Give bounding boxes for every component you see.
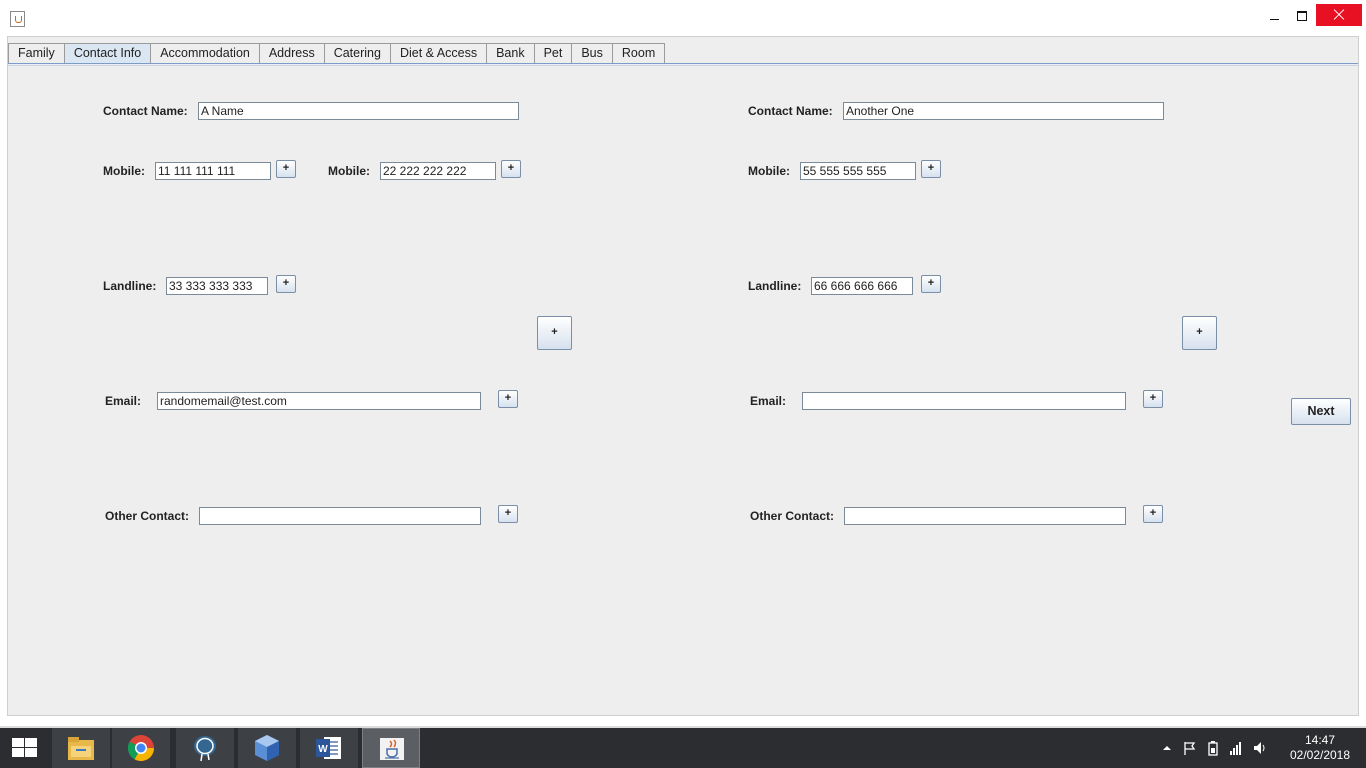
virtualbox-icon [255,735,279,761]
word-icon: W [316,737,341,759]
add-other-contact-button-left[interactable]: + [498,505,518,523]
left-mobile-label-2: Mobile: [328,164,370,178]
taskbar-virtualbox[interactable] [238,728,296,768]
tab-contact-info[interactable]: Contact Info [63,43,152,64]
left-other-contact-label: Other Contact: [105,509,189,523]
tab-accommodation[interactable]: Accommodation [150,43,260,64]
svg-text:W: W [318,744,328,755]
left-contact-name-label: Contact Name: [103,104,188,118]
right-other-contact-label: Other Contact: [750,509,834,523]
left-mobile-field-2[interactable] [380,162,496,180]
right-other-contact-field[interactable] [844,507,1126,525]
right-email-label: Email: [750,394,787,408]
tab-bus[interactable]: Bus [571,43,613,64]
action-center-flag-icon[interactable] [1183,740,1197,756]
add-other-contact-button-right[interactable]: + [1143,505,1163,523]
tab-pet[interactable]: Pet [533,43,573,64]
tab-room[interactable]: Room [611,43,666,64]
taskbar-file-explorer[interactable] [52,728,110,768]
tab-diet-access[interactable]: Diet & Access [389,43,488,64]
add-mobile-button-right[interactable]: + [921,160,941,178]
right-landline-label: Landline: [748,279,802,293]
taskbar-chrome[interactable] [112,728,170,768]
tab-family[interactable]: Family [8,43,65,64]
chrome-icon [127,735,155,762]
left-other-contact-field[interactable] [199,507,481,525]
java-app-icon [10,11,25,27]
right-email-field[interactable] [802,392,1126,410]
network-signal-icon[interactable] [1229,740,1243,756]
left-mobile-label: Mobile: [103,164,145,178]
app-window: Family Contact Info Accommodation Addres… [0,0,1366,726]
add-email-button-right[interactable]: + [1143,390,1163,408]
add-mobile-button-left-2[interactable]: + [501,160,521,178]
volume-icon[interactable] [1252,740,1266,756]
next-button[interactable]: Next [1291,398,1351,425]
left-contact-name-field[interactable] [198,102,519,120]
close-button[interactable] [1316,4,1362,26]
clock-date: 02/02/2018 [1289,748,1351,762]
add-contact-button-right[interactable]: + [1182,316,1217,350]
file-explorer-icon [68,737,94,760]
left-landline-field[interactable] [166,277,268,295]
left-email-field[interactable] [157,392,481,410]
java-icon [380,738,404,760]
right-mobile-field[interactable] [800,162,916,180]
battery-icon[interactable] [1206,740,1220,756]
taskbar-clock[interactable]: 14:47 02/02/2018 [1280,733,1360,763]
right-contact-name-field[interactable] [843,102,1164,120]
postgres-icon [194,736,216,762]
add-contact-button-left[interactable]: + [537,316,572,350]
left-mobile-field-1[interactable] [155,162,271,180]
add-landline-button-left[interactable]: + [276,275,296,293]
tab-bank[interactable]: Bank [486,43,535,64]
right-mobile-label: Mobile: [748,164,790,178]
add-mobile-button-left-1[interactable]: + [276,160,296,178]
right-contact-name-label: Contact Name: [748,104,833,118]
clock-time: 14:47 [1304,733,1336,747]
taskbar-java-app[interactable] [362,728,420,768]
taskbar-word[interactable]: W [300,728,358,768]
main-panel: Family Contact Info Accommodation Addres… [7,36,1359,716]
tab-underline-light [8,65,1358,66]
taskbar-pgadmin[interactable] [176,728,234,768]
tab-address[interactable]: Address [258,43,325,64]
title-bar [0,0,1366,32]
show-hidden-icons-icon[interactable] [1160,740,1174,756]
add-email-button-left[interactable]: + [498,390,518,408]
tab-catering[interactable]: Catering [323,43,391,64]
tab-underline [8,63,1358,64]
windows-logo-icon [12,738,38,758]
minimize-button[interactable] [1260,4,1290,28]
left-email-label: Email: [105,394,142,408]
left-landline-label: Landline: [103,279,157,293]
maximize-button[interactable] [1288,4,1316,28]
start-button[interactable] [0,728,48,768]
taskbar: W 14:47 02/02/2018 [0,728,1366,768]
right-landline-field[interactable] [811,277,913,295]
add-landline-button-right[interactable]: + [921,275,941,293]
tab-bar: Family Contact Info Accommodation Addres… [8,43,666,64]
